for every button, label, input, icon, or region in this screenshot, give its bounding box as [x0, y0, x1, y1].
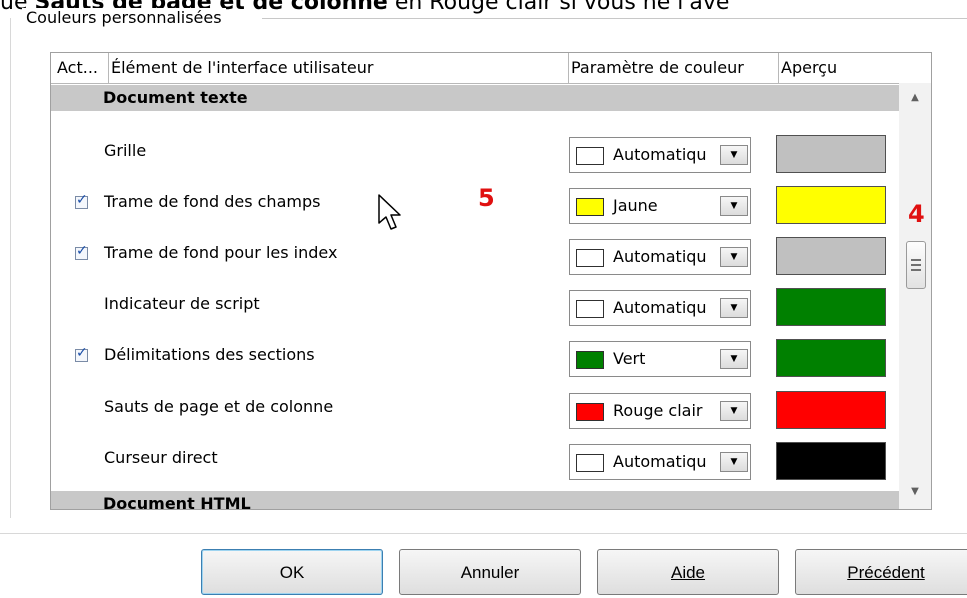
row-label: Curseur direct [104, 448, 218, 467]
dropdown-arrow-icon[interactable]: ▼ [720, 247, 748, 267]
dropdown-arrow-icon[interactable]: ▼ [720, 196, 748, 216]
row-label: Grille [104, 141, 147, 160]
section-text-document: Document texte [51, 85, 899, 111]
header-active[interactable]: Act... [51, 53, 109, 83]
previous-button[interactable]: Précédent [795, 549, 967, 595]
color-swatch [576, 249, 604, 267]
header-ui-element[interactable]: Élément de l'interface utilisateur [109, 53, 569, 83]
color-setting-dropdown[interactable]: Automatiqu ▼ [569, 290, 751, 326]
dialog-separator [0, 533, 967, 534]
table-row[interactable]: Sauts de page et de colonne Rouge clair ▼ [51, 389, 899, 437]
previous-button-label: Précédent [847, 563, 925, 582]
scrollbar-thumb[interactable] [906, 241, 926, 289]
color-name: Jaune [613, 196, 658, 215]
row-label: Sauts de page et de colonne [104, 397, 334, 416]
row-checkbox[interactable]: ✓ [75, 243, 88, 260]
dropdown-arrow-icon[interactable]: ▼ [720, 349, 748, 369]
row-label: Indicateur de script [104, 294, 260, 313]
color-name: Automatiqu [613, 452, 707, 471]
color-name: Rouge clair [613, 401, 703, 420]
ok-button[interactable]: OK [201, 549, 383, 595]
help-button[interactable]: Aide [597, 549, 779, 595]
color-name: Vert [613, 349, 646, 368]
color-name: Automatiqu [613, 247, 707, 266]
table-row[interactable]: Indicateur de script Automatiqu ▼ [51, 286, 899, 334]
table-row[interactable]: Curseur direct Automatiqu ▼ [51, 440, 899, 488]
scroll-up-icon[interactable]: ▲ [899, 87, 931, 109]
annotation-marker-4: 4 [908, 200, 925, 228]
color-preview [776, 391, 886, 429]
color-setting-dropdown[interactable]: Jaune ▼ [569, 188, 751, 224]
cancel-button[interactable]: Annuler [399, 549, 581, 595]
dropdown-arrow-icon[interactable]: ▼ [720, 401, 748, 421]
table-row[interactable]: ✓ Trame de fond pour les index Automatiqu ▼ [51, 235, 899, 283]
color-swatch [576, 403, 604, 421]
custom-colors-table: Act... Élément de l'interface utilisateu… [50, 52, 932, 510]
color-preview [776, 135, 886, 173]
checkmark-icon: ✓ [76, 243, 88, 259]
color-swatch [576, 147, 604, 165]
color-setting-dropdown[interactable]: Automatiqu ▼ [569, 239, 751, 275]
scroll-down-icon[interactable]: ▼ [899, 481, 931, 503]
color-preview [776, 442, 886, 480]
color-name: Automatiqu [613, 145, 707, 164]
row-label: Trame de fond pour les index [104, 243, 338, 262]
table-row[interactable]: ✓ Trame de fond des champs Jaune ▼ [51, 184, 899, 232]
header-color-setting[interactable]: Paramètre de couleur [569, 53, 779, 83]
color-setting-dropdown[interactable]: Automatiqu ▼ [569, 137, 751, 173]
group-legend: Couleurs personnalisées [22, 8, 226, 28]
row-checkbox[interactable]: ✓ [75, 345, 88, 362]
color-preview [776, 288, 886, 326]
annotation-marker-5: 5 [478, 184, 495, 212]
grip-icon [911, 259, 921, 271]
row-checkbox[interactable]: ✓ [75, 192, 88, 209]
table-row[interactable]: Grille Automatiqu ▼ [51, 133, 899, 181]
group-frame-line [262, 18, 967, 19]
dropdown-arrow-icon[interactable]: ▼ [720, 298, 748, 318]
checkmark-icon: ✓ [76, 345, 88, 361]
color-swatch [576, 300, 604, 318]
section-html-document: Document HTML [51, 491, 899, 509]
color-preview [776, 186, 886, 224]
color-setting-dropdown[interactable]: Rouge clair ▼ [569, 393, 751, 429]
row-label: Délimitations des sections [104, 345, 315, 364]
color-preview [776, 237, 886, 275]
header-preview[interactable]: Aperçu [779, 53, 931, 83]
help-button-label: Aide [670, 563, 706, 582]
row-label: Trame de fond des champs [104, 192, 321, 211]
checkmark-icon: ✓ [76, 192, 88, 208]
table-header: Act... Élément de l'interface utilisateu… [51, 53, 931, 84]
color-swatch [576, 454, 604, 472]
color-setting-dropdown[interactable]: Automatiqu ▼ [569, 444, 751, 480]
color-preview [776, 339, 886, 377]
color-setting-dropdown[interactable]: Vert ▼ [569, 341, 751, 377]
color-swatch [576, 198, 604, 216]
dropdown-arrow-icon[interactable]: ▼ [720, 452, 748, 472]
group-frame-left [10, 18, 11, 518]
color-swatch [576, 351, 604, 369]
table-row[interactable]: ✓ Délimitations des sections Vert ▼ [51, 337, 899, 385]
color-name: Automatiqu [613, 298, 707, 317]
vertical-scrollbar[interactable]: ▲ ▼ [899, 83, 931, 509]
dropdown-arrow-icon[interactable]: ▼ [720, 145, 748, 165]
mouse-cursor-icon [378, 194, 401, 230]
